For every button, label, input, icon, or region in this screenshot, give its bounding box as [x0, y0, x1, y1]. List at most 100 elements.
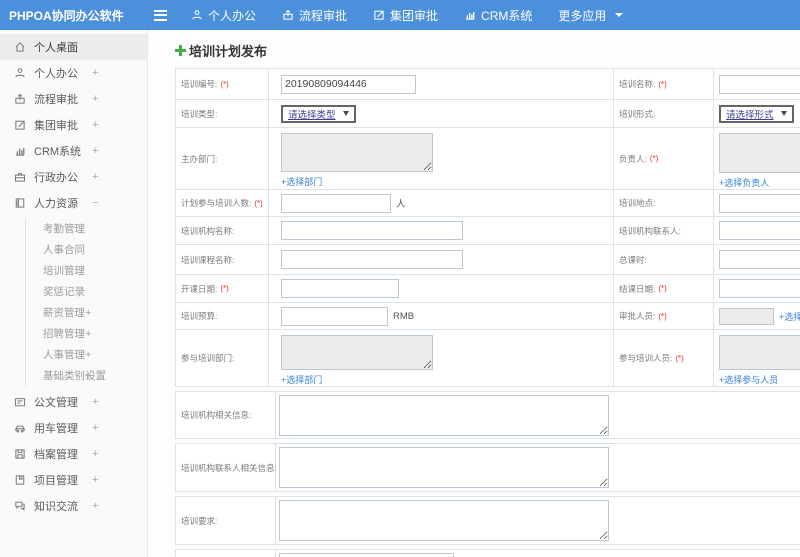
expand-icon[interactable]: + [92, 145, 98, 157]
field-cell: +选择部门 [269, 128, 614, 189]
expand-icon[interactable]: + [92, 171, 98, 183]
participating-departments-textarea[interactable] [281, 335, 433, 370]
sidebar-item-label: 知识交流 [34, 501, 78, 513]
sidebar-subitem-personnel-mgmt[interactable]: 人事管理 + [26, 344, 147, 365]
sidebar-subitem-base-category-settings[interactable]: 基础类别设置 + [26, 365, 147, 386]
expand-icon[interactable]: + [92, 500, 98, 512]
expand-icon[interactable]: + [85, 349, 91, 361]
planned-participants-input[interactable] [281, 193, 391, 213]
caret-down-icon [615, 13, 624, 17]
field-cell [276, 497, 800, 544]
training-course-name-input[interactable] [281, 250, 463, 269]
sidebar-item-project-mgmt[interactable]: 项目管理 + [0, 467, 147, 493]
expand-icon[interactable]: + [92, 474, 98, 486]
total-class-hours-input[interactable] [719, 250, 800, 269]
attachment-input[interactable] [279, 553, 454, 557]
sidebar-item-document-mgmt[interactable]: 公文管理 + [0, 389, 147, 415]
form-row: 培训编号: (*) 培训名称: (*) [176, 69, 800, 99]
field-cell [269, 275, 614, 302]
select-department-link[interactable]: +选择部门 [281, 175, 322, 188]
field-label: 培训形式: [614, 100, 714, 127]
field-cell [714, 69, 800, 99]
topnav-workflow-approval[interactable]: 流程审批 [282, 7, 347, 24]
training-budget-input[interactable] [281, 306, 388, 326]
host-department-textarea[interactable] [281, 133, 433, 172]
training-org-contact-input[interactable] [719, 221, 800, 240]
topnav-crm-system[interactable]: CRM系统 [464, 7, 532, 24]
topnav-more-apps[interactable]: 更多应用 [558, 7, 624, 24]
expand-icon[interactable]: + [85, 328, 91, 340]
collapse-icon[interactable]: − [92, 197, 98, 209]
sidebar-subitem-salary-mgmt[interactable]: 薪资管理 + [26, 302, 147, 323]
form-row: 培训机构名称: 培训机构联系人: [176, 216, 800, 244]
menu-icon[interactable] [154, 9, 167, 21]
field-cell: +附件上传 [276, 550, 800, 557]
expand-icon[interactable]: + [85, 370, 91, 382]
sidebar-item-admin-office[interactable]: 行政办公 + [0, 164, 147, 190]
select-department-link[interactable]: +选择部门 [281, 373, 322, 386]
chat-icon [14, 500, 26, 512]
end-date-input[interactable] [719, 279, 800, 298]
field-cell [714, 190, 800, 216]
sidebar-item-personal-desktop[interactable]: 个人桌面 [0, 34, 147, 60]
sidebar-item-label: 个人桌面 [34, 42, 78, 54]
sidebar-subitem-hr-contract[interactable]: 人事合同 [26, 239, 147, 260]
topnav-label: 更多应用 [558, 8, 607, 23]
person-in-charge-textarea[interactable] [719, 133, 800, 173]
sidebar-item-label: CRM系统 [34, 146, 82, 158]
sidebar-item-workflow-approval[interactable]: 流程审批 + [0, 86, 147, 112]
expand-icon[interactable]: + [92, 396, 98, 408]
training-form-select[interactable]: 请选择形式 [719, 104, 794, 123]
participating-persons-textarea[interactable] [719, 335, 800, 370]
form-row: 培训机构相关信息: [175, 391, 800, 439]
home-icon [14, 41, 26, 53]
required-mark: (*) [220, 79, 229, 89]
expand-icon[interactable]: + [92, 93, 98, 105]
sidebar-item-personal-office[interactable]: 个人办公 + [0, 60, 147, 86]
start-date-input[interactable] [281, 279, 399, 298]
training-requirements-textarea[interactable] [279, 500, 609, 541]
sidebar-item-archive-mgmt[interactable]: 档案管理 + [0, 441, 147, 467]
field-label: 培训机构联系人: [614, 217, 714, 244]
sidebar-item-knowledge-exchange[interactable]: 知识交流 + [0, 493, 147, 519]
topnav-personal-office[interactable]: 个人办公 [191, 7, 256, 24]
topnav-group-approval[interactable]: 集团审批 [373, 7, 438, 24]
sidebar-item-human-resources[interactable]: 人力资源 − [0, 190, 147, 216]
field-label: 培训机构相关信息: [176, 392, 276, 438]
sidebar-subitem-attendance-mgmt[interactable]: 考勤管理 [26, 218, 147, 239]
archive-icon [14, 448, 26, 460]
select-person-in-charge-link[interactable]: +选择负责人 [719, 176, 769, 189]
training-location-input[interactable] [719, 193, 800, 213]
sidebar-item-vehicle-mgmt[interactable]: 用车管理 + [0, 415, 147, 441]
expand-icon[interactable]: + [85, 307, 91, 319]
label-text: 负责人: [619, 153, 647, 164]
field-label: 总课时: [614, 245, 714, 274]
field-cell: +选择部门 [269, 330, 614, 386]
sidebar-subitem-label: 基础类别设置 [43, 370, 106, 382]
training-name-input[interactable] [719, 74, 800, 94]
sidebar-subitem-recruit-mgmt[interactable]: 招聘管理 + [26, 323, 147, 344]
select-approver-link[interactable]: +选择审批人员 [779, 310, 800, 323]
field-label: 培训机构联系人相关信息: [176, 444, 277, 491]
sidebar-item-crm-system[interactable]: CRM系统 + [0, 138, 147, 164]
sidebar-subitem-reward-record[interactable]: 奖惩记录 [26, 281, 147, 302]
label-text: 培训类型: [181, 108, 218, 119]
training-org-info-textarea[interactable] [279, 395, 609, 436]
expand-icon[interactable]: + [92, 67, 98, 79]
field-label: 培训地点: [614, 190, 714, 216]
expand-icon[interactable]: + [92, 448, 98, 460]
app-logo[interactable]: PHPOA协同办公软件 [0, 7, 140, 24]
expand-icon[interactable]: + [92, 422, 98, 434]
label-text: 培训预算: [181, 311, 218, 321]
training-type-select[interactable]: 请选择类型 [281, 104, 356, 123]
expand-icon[interactable]: + [92, 119, 98, 131]
training-number-input[interactable] [281, 74, 416, 94]
sidebar-item-group-approval[interactable]: 集团审批 + [0, 112, 147, 138]
plus-icon [175, 45, 186, 56]
training-org-contact-info-textarea[interactable] [279, 447, 609, 488]
training-org-name-input[interactable] [281, 221, 463, 240]
select-participants-link[interactable]: +选择参与人员 [719, 373, 778, 386]
topnav-label: CRM系统 [481, 8, 533, 23]
approver-input[interactable] [719, 307, 774, 325]
sidebar-subitem-training-mgmt[interactable]: 培训管理 [26, 260, 147, 281]
